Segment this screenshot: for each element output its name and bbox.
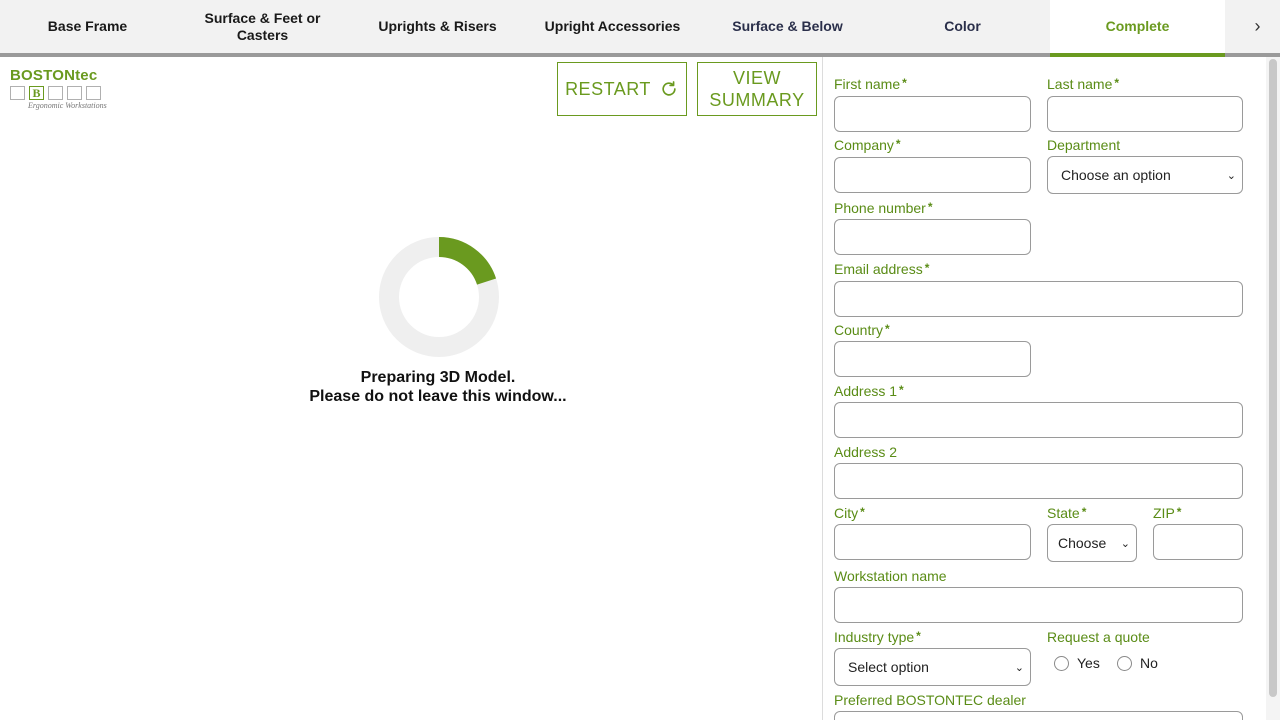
department-label: Department [1047,137,1121,153]
workstation-name-label: Workstation name [834,568,947,584]
chevron-right-icon[interactable]: › [1235,0,1280,53]
form-scrollbar[interactable] [1269,59,1277,697]
country-field[interactable] [834,341,1031,377]
country-label: Country * [834,322,890,338]
chevron-down-icon: ⌄ [1226,169,1236,182]
quote-yes-radio[interactable] [1054,655,1069,671]
loading-spinner [379,237,499,357]
industry-type-select[interactable]: Select option ⌄ [834,648,1031,686]
tab-uprights-risers[interactable]: Uprights & Risers [350,0,525,53]
company-field[interactable] [834,157,1031,193]
industry-type-label: Industry type * [834,629,921,645]
chevron-down-icon: ⌄ [1014,661,1024,674]
address2-label: Address 2 [834,444,898,460]
quote-no-option[interactable]: No [1117,655,1158,671]
loading-line2: Please do not leave this window... [309,388,567,405]
first-name-field[interactable] [834,96,1031,132]
zip-field[interactable] [1153,524,1243,560]
preferred-dealer-label: Preferred BOSTONTEC dealer [834,692,1026,708]
tab-base-frame[interactable]: Base Frame [0,0,175,53]
company-label: Company * [834,137,901,153]
chevron-down-icon: ⌄ [1120,537,1130,550]
logo-wordmark: BOSTONtec [10,67,98,84]
step-tab-bar: Base Frame Surface & Feet or Casters Upr… [0,0,1280,57]
city-field[interactable] [834,524,1031,560]
logo-letter: B [29,86,44,100]
restart-button[interactable]: RESTART [557,62,687,116]
refresh-icon [662,81,676,96]
city-label: City * [834,505,865,521]
email-label: Email address * [834,261,930,277]
address1-field[interactable] [834,402,1243,438]
contact-form-panel: First name * Last name * Company * Departme… [824,57,1280,720]
tab-color[interactable]: Color [875,0,1050,53]
restart-label: RESTART [565,79,651,99]
view-summary-line2: SUMMARY [709,90,805,110]
model-preview-panel: BOSTONtec B Ergonomic Workstations RESTA… [0,57,823,720]
view-summary-line1: VIEW [732,68,781,88]
quote-yes-option[interactable]: Yes [1054,655,1100,671]
workstation-name-field[interactable] [834,587,1243,623]
phone-label: Phone number * [834,200,933,216]
tab-upright-accessories[interactable]: Upright Accessories [525,0,700,53]
tab-surface-feet-casters[interactable]: Surface & Feet or Casters [175,0,350,53]
state-label: State * [1047,505,1087,521]
address2-field[interactable] [834,463,1243,499]
loading-line1: Preparing 3D Model. [360,369,516,386]
view-summary-button[interactable]: VIEW SUMMARY [697,62,817,116]
loading-message: Preparing 3D Model. Please do not leave … [288,368,588,406]
state-select[interactable]: Choose ⌄ [1047,524,1137,562]
address1-label: Address 1 * [834,383,904,399]
tab-surface-below[interactable]: Surface & Below [700,0,875,53]
first-name-label: First name * [834,76,907,92]
zip-label: ZIP * [1153,505,1182,521]
bostontec-logo: BOSTONtec B Ergonomic Workstations [10,67,120,113]
department-select[interactable]: Choose an option ⌄ [1047,156,1243,194]
preferred-dealer-field[interactable] [834,711,1243,720]
spinner-progress-arc [438,237,497,286]
last-name-field[interactable] [1047,96,1243,132]
email-field[interactable] [834,281,1243,317]
tab-complete[interactable]: Complete [1050,0,1225,57]
logo-tagline: Ergonomic Workstations [28,101,107,110]
phone-field[interactable] [834,219,1031,255]
last-name-label: Last name * [1047,76,1120,92]
request-quote-label: Request a quote [1047,629,1150,645]
quote-no-radio[interactable] [1117,655,1132,671]
